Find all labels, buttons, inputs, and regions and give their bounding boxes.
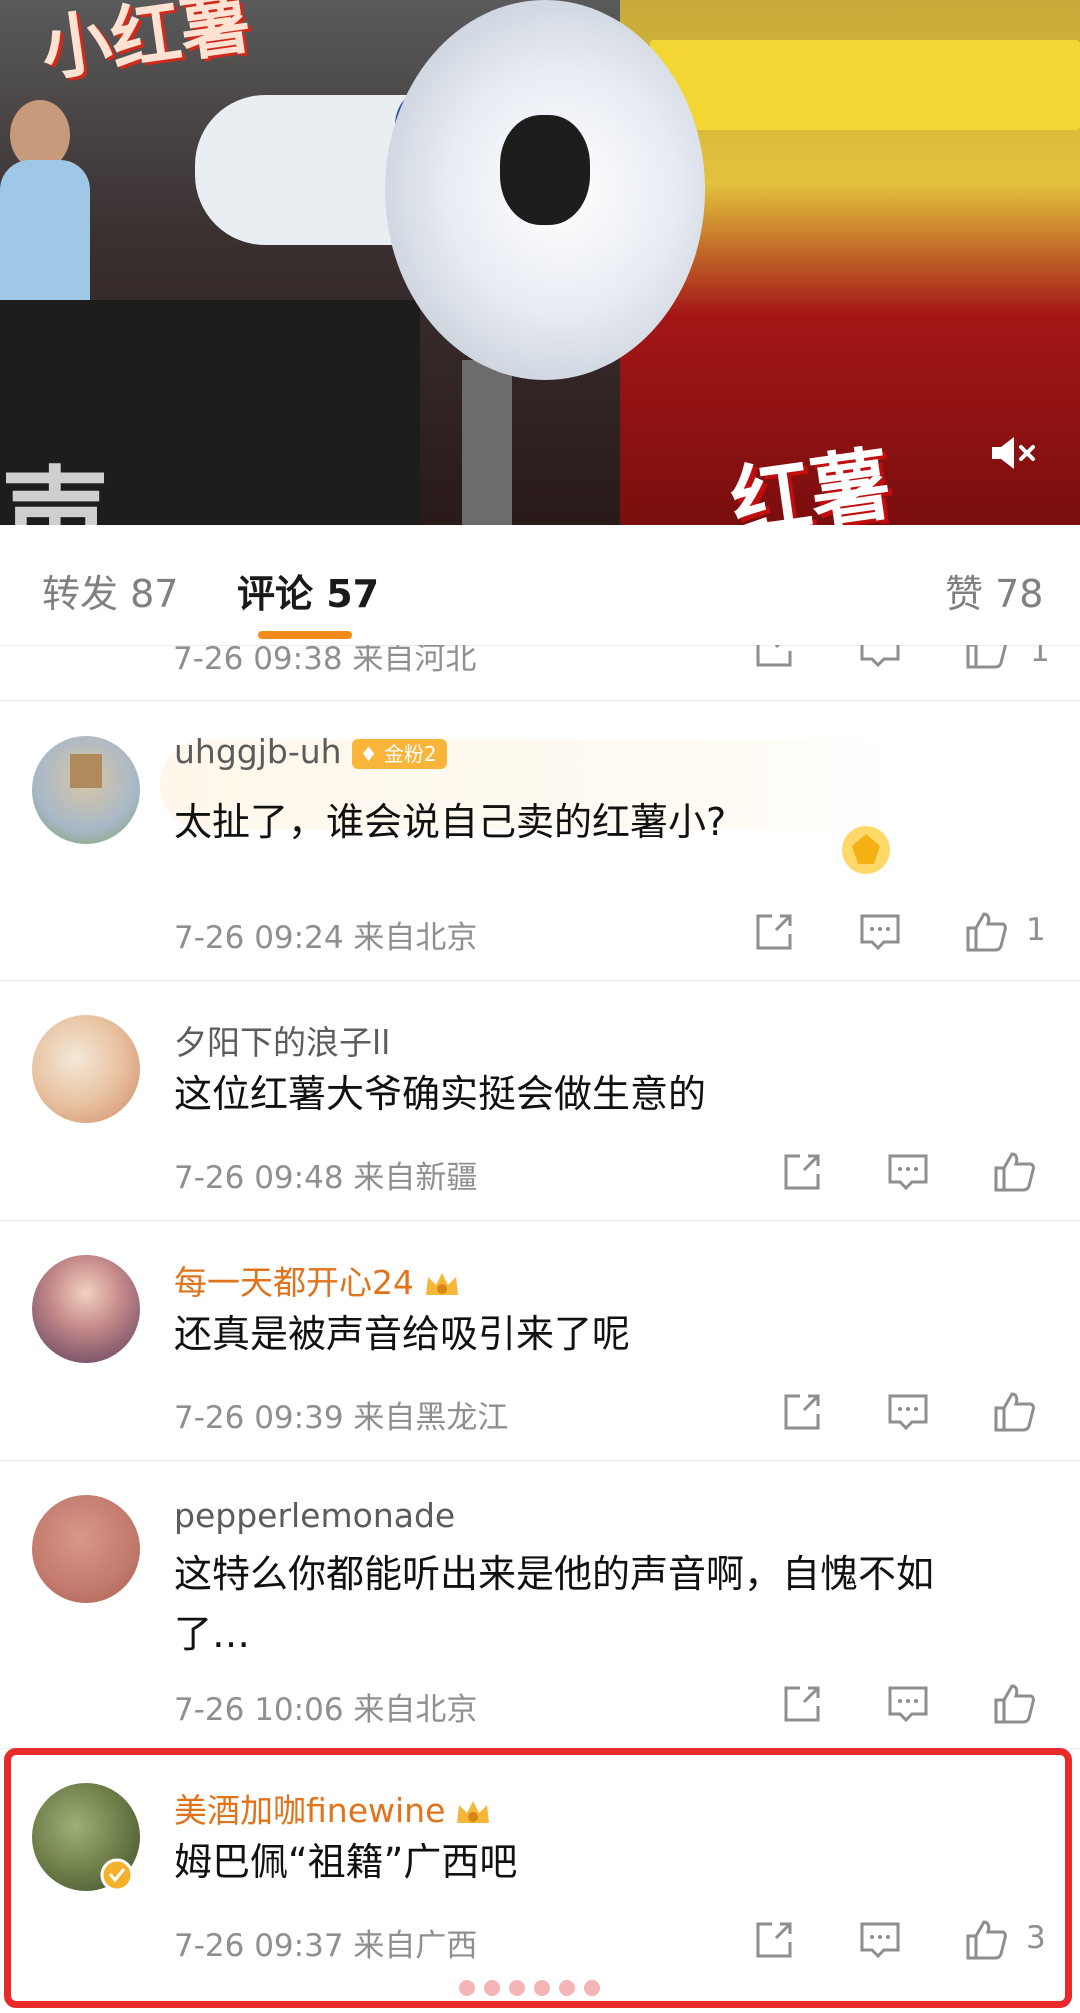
username[interactable]: uhggjb-uh ♦ 金粉2 [174, 732, 447, 771]
comment-meta: 7-26 09:24 来自北京 [174, 920, 478, 956]
comment-text: 还真是被声音给吸引来了呢 [174, 1312, 631, 1356]
comment-icon[interactable] [886, 1150, 930, 1194]
like-icon[interactable] [964, 645, 1008, 671]
stall-sign [650, 40, 1080, 130]
like-icon[interactable] [992, 1682, 1036, 1726]
megaphone-pole [462, 360, 512, 525]
username-text[interactable]: 每一天都开心24 [174, 1263, 414, 1302]
comment-item: uhggjb-uh ♦ 金粉2 太扯了，谁会说自己卖的红薯小? 7-26 09:2… [0, 700, 1080, 981]
comment-icon[interactable] [886, 1682, 930, 1726]
tab-comments[interactable]: 评论 57 [237, 563, 379, 618]
share-icon[interactable] [780, 1150, 824, 1194]
like-icon[interactable] [992, 1150, 1036, 1194]
gem-icon [842, 826, 890, 874]
comment-icon[interactable] [858, 910, 902, 954]
comment-item: 每一天都开心24 还真是被声音给吸引来了呢 7-26 09:39 来自黑龙江 [0, 1220, 1080, 1461]
comment-meta: 7-26 09:48 来自新疆 [174, 1160, 478, 1196]
video-sticker-top: 小红薯 [36, 0, 256, 92]
share-icon[interactable] [752, 910, 796, 954]
comment-text: 这位红薯大爷确实挺会做生意的 [174, 1072, 707, 1116]
username[interactable]: 夕阳下的浪子ll [174, 1016, 390, 1064]
comment-icon[interactable] [886, 1390, 930, 1434]
like-count: 1 [1030, 645, 1050, 669]
fan-badge: ♦ 金粉2 [351, 738, 447, 769]
comment-item: 夕阳下的浪子ll 这位红薯大爷确实挺会做生意的 7-26 09:48 来自新疆 [0, 980, 1080, 1221]
tab-likes[interactable]: 赞 78 [945, 563, 1043, 618]
tab-repost[interactable]: 转发 87 [42, 563, 178, 618]
username-text[interactable]: uhggjb-uh [174, 732, 342, 771]
share-icon[interactable] [780, 1682, 824, 1726]
mute-icon[interactable] [988, 434, 1038, 472]
avatar-box-figure [70, 754, 102, 788]
fan-badge-text: 金粉2 [383, 741, 437, 766]
video-sticker-glyph: 声 [0, 456, 110, 525]
active-tab-indicator [258, 631, 352, 639]
comment-item: pepperlemonade 这特么你都能听出来是他的声音啊，自愧不如 了… 7… [0, 1460, 1080, 1749]
previous-comment-footer: 7-26 09:38 来自河北 1 [0, 645, 1080, 701]
avatar[interactable] [32, 1015, 140, 1123]
comment-meta: 7-26 10:06 来自北京 [174, 1692, 478, 1728]
share-icon[interactable] [752, 645, 796, 671]
comment-meta: 7-26 09:38 来自河北 [173, 645, 477, 677]
tab-bar: 转发 87 评论 57 赞 78 [0, 525, 1080, 646]
avatar[interactable] [32, 1495, 140, 1603]
bystander [0, 160, 90, 320]
comment-text-continued: 了… [174, 1612, 251, 1656]
avatar[interactable] [32, 1255, 140, 1363]
like-count: 1 [1026, 912, 1046, 948]
share-icon[interactable] [780, 1390, 824, 1434]
crown-icon [426, 1272, 458, 1295]
avatar[interactable] [32, 736, 140, 844]
like-icon[interactable] [964, 910, 1008, 954]
comment-text: 这特么你都能听出来是他的声音啊，自愧不如 [174, 1552, 935, 1596]
watermark-dots [459, 1980, 600, 1996]
like-icon[interactable] [992, 1390, 1036, 1434]
megaphone-speaker [500, 115, 590, 225]
username[interactable]: pepperlemonade [174, 1496, 455, 1535]
username[interactable]: 每一天都开心24 [174, 1256, 462, 1304]
video-player[interactable]: 小红薯 声 红薯 [0, 0, 1080, 525]
comment-icon[interactable] [858, 645, 902, 671]
comment-text: 太扯了，谁会说自己卖的红薯小? [174, 800, 727, 844]
red-highlight-frame [4, 1748, 1072, 2008]
comment-meta: 7-26 09:39 来自黑龙江 [174, 1400, 509, 1436]
